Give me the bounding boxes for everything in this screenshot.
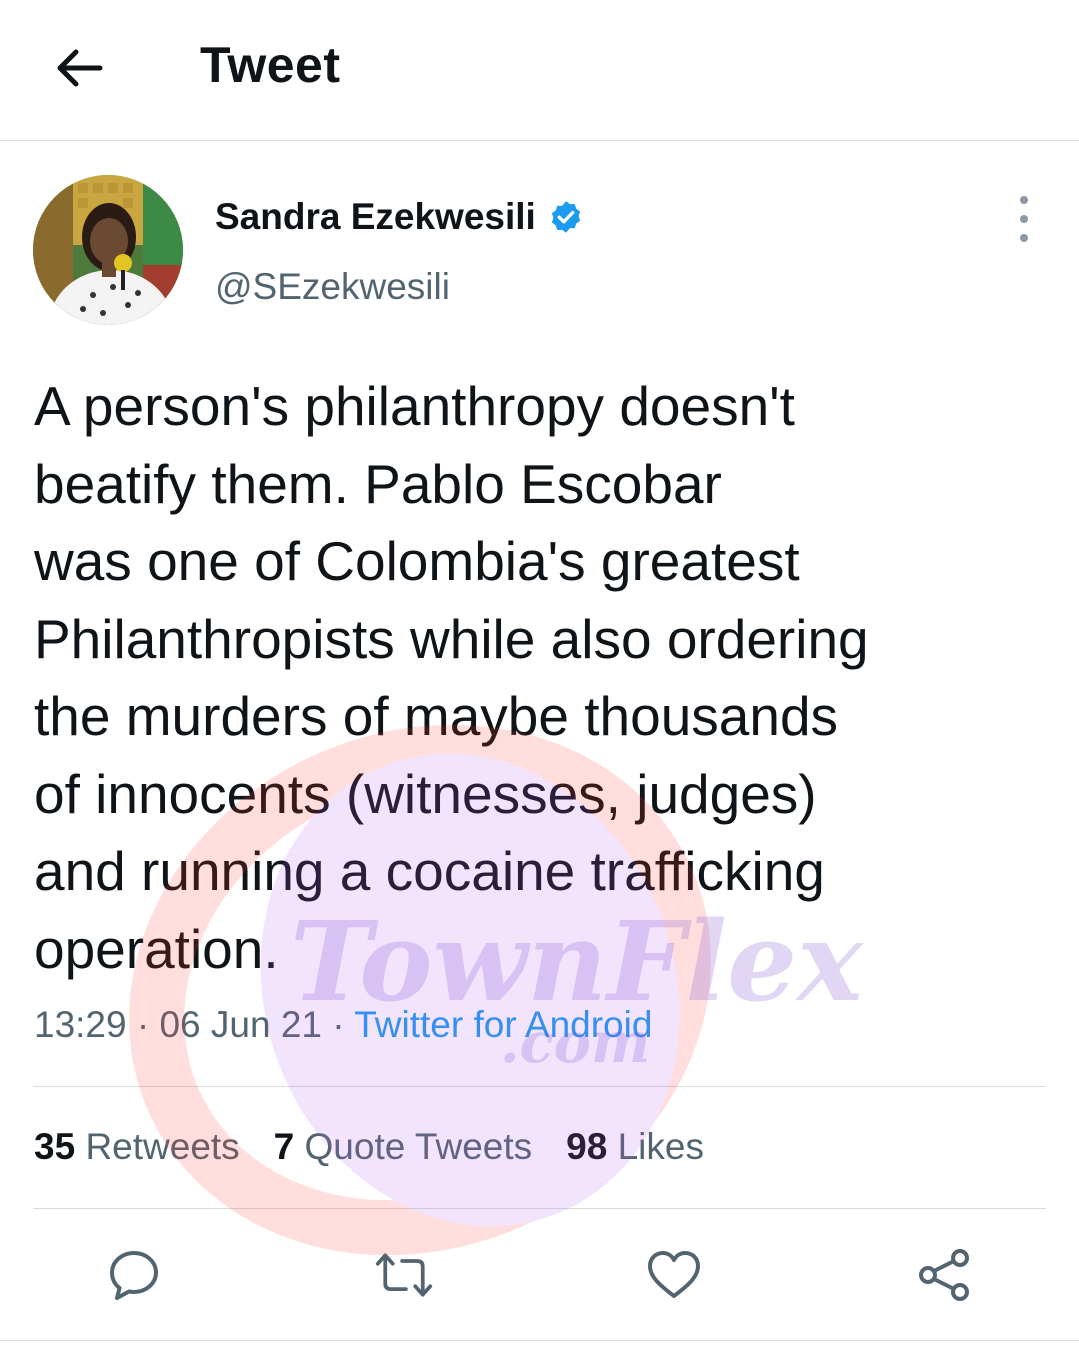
likes-label: Likes bbox=[617, 1126, 704, 1167]
page-title: Tweet bbox=[200, 37, 341, 93]
more-vertical-icon bbox=[1020, 196, 1028, 204]
arrow-left-icon bbox=[57, 49, 103, 87]
reply-button[interactable] bbox=[104, 1245, 164, 1305]
tweet-source-link[interactable]: Twitter for Android bbox=[354, 1004, 652, 1045]
author-name[interactable]: Sandra Ezekwesili bbox=[215, 196, 584, 238]
likes-count: 98 bbox=[566, 1126, 608, 1167]
retweets-count: 35 bbox=[34, 1126, 76, 1167]
quotes-count: 7 bbox=[273, 1126, 295, 1167]
meta-separator: · bbox=[322, 1004, 355, 1045]
like-icon bbox=[648, 1251, 700, 1298]
meta-separator: · bbox=[126, 1004, 160, 1045]
like-button[interactable] bbox=[644, 1245, 704, 1305]
verified-badge-icon bbox=[551, 201, 580, 233]
avatar[interactable] bbox=[33, 175, 183, 325]
back-button[interactable] bbox=[48, 38, 108, 98]
retweet-button[interactable] bbox=[374, 1245, 434, 1305]
avatar-image bbox=[33, 175, 183, 325]
divider bbox=[33, 1086, 1046, 1087]
author-name-text: Sandra Ezekwesili bbox=[215, 196, 536, 237]
top-bar: Tweet bbox=[0, 0, 1079, 141]
tweet-page: Tweet Sandra Ezekwesili @SEzekwesili A p… bbox=[0, 0, 1079, 1356]
retweets-label: Retweets bbox=[85, 1126, 240, 1167]
retweet-icon bbox=[375, 1253, 433, 1297]
tweet-meta: 13:29 · 06 Jun 21 · Twitter for Android bbox=[34, 1004, 652, 1046]
tweet-stats: 35 Retweets 7 Quote Tweets 98 Likes bbox=[34, 1126, 704, 1168]
more-vertical-icon-dot bbox=[1020, 234, 1028, 242]
share-icon bbox=[919, 1249, 969, 1301]
more-options-button[interactable] bbox=[1004, 196, 1044, 242]
author-handle[interactable]: @SEzekwesili bbox=[215, 266, 450, 308]
quotes-label: Quote Tweets bbox=[304, 1126, 533, 1167]
bottom-divider bbox=[0, 1340, 1079, 1341]
likes-stat[interactable]: 98 Likes bbox=[566, 1126, 704, 1168]
tweet-date: 06 Jun 21 bbox=[159, 1004, 323, 1045]
reply-icon bbox=[110, 1251, 158, 1300]
share-button[interactable] bbox=[914, 1245, 974, 1305]
more-vertical-icon-dot bbox=[1020, 215, 1028, 223]
tweet-text: A person's philanthropy doesn't beatify … bbox=[34, 375, 869, 980]
divider bbox=[33, 1208, 1046, 1209]
tweet-time: 13:29 bbox=[34, 1004, 127, 1045]
quote-tweets-stat[interactable]: 7 Quote Tweets bbox=[274, 1126, 532, 1168]
retweets-stat[interactable]: 35 Retweets bbox=[34, 1126, 240, 1168]
